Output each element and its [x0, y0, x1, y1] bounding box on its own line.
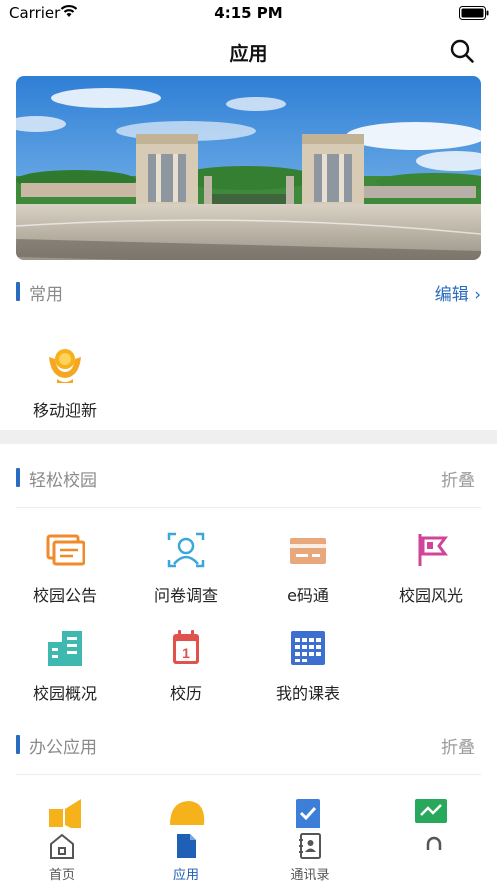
tab-home[interactable]: 首页 [0, 828, 124, 883]
flag-icon [418, 534, 448, 566]
common-section-header: 常用 编辑 › [0, 279, 497, 305]
section-underline [16, 507, 481, 508]
section-accent-bar [16, 735, 20, 754]
section-accent-bar [16, 468, 20, 487]
clock: 4:15 PM [214, 4, 283, 22]
welcome-person-icon [49, 349, 81, 383]
section-underline [16, 774, 481, 775]
app-campus-announcement[interactable]: 校园公告 [3, 530, 127, 610]
app-label: 校园风光 [398, 586, 463, 605]
nav-bar: 应用 [0, 28, 497, 74]
app-label: 问卷调查 [153, 586, 218, 605]
profile-icon [426, 836, 442, 850]
tab-bar: 首页 应用 通讯录 [0, 828, 497, 883]
app-label: 我的课表 [275, 684, 340, 703]
timetable-icon [291, 631, 325, 665]
app-label: e码通 [287, 586, 329, 605]
app-campus-scenery[interactable]: 校园风光 [369, 530, 493, 610]
tab-label: 通讯录 [290, 868, 330, 883]
svg-text:1: 1 [182, 645, 190, 661]
edit-button[interactable]: 编辑 › [435, 280, 481, 305]
app-school-calendar[interactable]: 1 校历 [124, 628, 248, 708]
campus-fold-button[interactable]: 折叠 [441, 466, 475, 491]
building-icon [48, 631, 82, 666]
app-survey[interactable]: 问卷调查 [124, 530, 248, 610]
campus-section-title: 轻松校园 [29, 471, 97, 491]
common-section-title: 常用 [29, 285, 63, 305]
app-label: 校园概况 [32, 684, 97, 703]
campus-banner[interactable] [16, 76, 481, 260]
app-campus-overview[interactable]: 校园概况 [3, 628, 127, 708]
office-section-header: 办公应用 折叠 [0, 732, 497, 758]
survey-icon [167, 532, 205, 568]
app-label: 校历 [169, 684, 202, 703]
tab-apps[interactable]: 应用 [124, 828, 248, 883]
home-icon [50, 833, 74, 859]
battery-icon [459, 6, 489, 20]
section-divider [0, 430, 497, 444]
section-accent-bar [16, 282, 20, 301]
tab-contacts[interactable]: 通讯录 [248, 828, 372, 883]
tab-profile[interactable] [372, 828, 496, 883]
apps-icon [177, 834, 196, 858]
page-title: 应用 [229, 43, 268, 65]
campus-section-header: 轻松校园 折叠 [0, 465, 497, 491]
tab-label: 首页 [48, 868, 75, 883]
tab-label: 应用 [172, 868, 199, 883]
contacts-icon [299, 833, 321, 859]
office-section-title: 办公应用 [29, 738, 97, 758]
app-my-timetable[interactable]: 我的课表 [246, 628, 370, 708]
ecard-icon [290, 538, 326, 564]
app-ecode[interactable]: e码通 [246, 530, 370, 610]
announcement-icon [46, 534, 85, 566]
status-bar: Carrier 4:15 PM [0, 0, 497, 28]
office-fold-button[interactable]: 折叠 [441, 733, 475, 758]
app-label: 移动迎新 [32, 401, 97, 420]
app-label: 校园公告 [32, 586, 97, 605]
app-mobile-welcome[interactable]: 移动迎新 [3, 345, 127, 425]
campus-gate-image [16, 76, 481, 260]
search-icon[interactable] [449, 38, 475, 64]
calendar-icon: 1 [173, 630, 199, 664]
